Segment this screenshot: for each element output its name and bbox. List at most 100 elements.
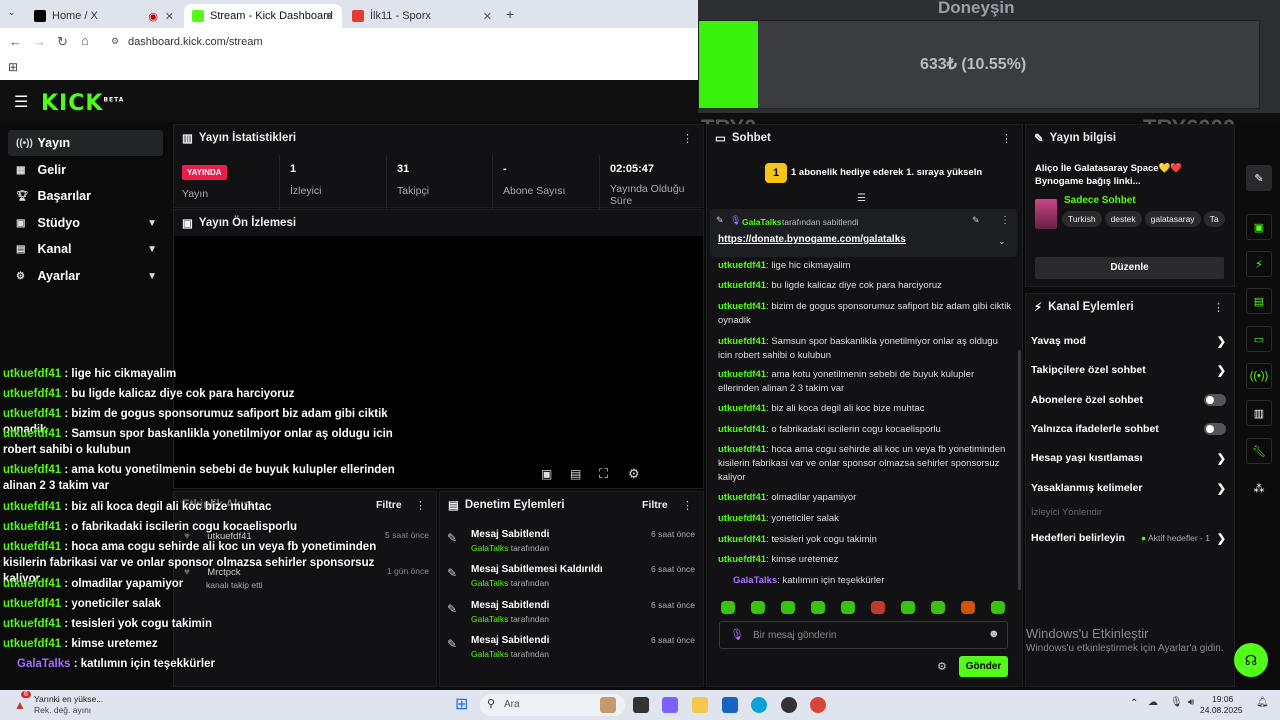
send-button[interactable]: Gönder [959,656,1008,677]
tag[interactable]: destek [1104,211,1142,227]
emote-icon[interactable] [991,601,1005,614]
layout-rail-icon[interactable]: ▥ [1246,400,1272,426]
emoji-icon[interactable]: ☻ [988,628,1000,640]
emote-icon[interactable] [871,601,885,614]
kick-logo[interactable]: KICKBETA [41,91,124,116]
flash-rail-icon[interactable]: ⚡︎ [1246,251,1272,277]
tab-kick-dashboard[interactable]: Stream - Kick Dashboard ✕ [184,4,342,28]
pip-icon[interactable]: ▣ [541,467,552,481]
file-explorer-icon[interactable] [692,697,708,713]
site-info-icon[interactable]: ⚙ [111,36,119,47]
more-icon[interactable]: ⋮ [1213,301,1224,314]
subs-only-toggle[interactable] [1204,394,1226,406]
chevron-down-icon[interactable]: ⌄ [998,236,1006,247]
copilot-icon[interactable] [662,697,678,713]
edit-rail-icon[interactable]: ✎ [1246,165,1272,191]
category-link[interactable]: Sadece Sohbet [1064,195,1136,206]
filter-button[interactable]: Filtre [642,499,668,511]
chat-username[interactable]: utkuefdf41 [718,492,766,503]
broadcast-rail-icon[interactable]: ((•)) [1246,363,1272,389]
settings-icon[interactable]: ⚙ [628,466,640,482]
sidebar-item-gelir[interactable]: ▦ Gelir [8,157,163,183]
chrome-icon[interactable] [810,697,826,713]
sidebar-item-kanal[interactable]: ▤ Kanal ▼ [8,236,163,262]
emote-icon[interactable] [781,601,795,614]
network-icon[interactable]: ☁ [1148,697,1158,708]
reload-icon[interactable]: ↻ [57,34,68,50]
chat-username[interactable]: utkuefdf41 [718,554,766,565]
chat-username[interactable]: utkuefdf41 [718,369,766,380]
sub-gift-banner[interactable]: 1 abonelik hediye ederek 1. sıraya yükse… [791,167,982,178]
theater-icon[interactable]: ▤ [570,467,581,481]
store-icon[interactable] [722,697,738,713]
action-account-age[interactable]: Hesap yaşı kısıtlaması ❯ [1031,452,1226,465]
emote-icon[interactable] [751,601,765,614]
emote-icon[interactable] [811,601,825,614]
more-icon[interactable]: ⋮ [1001,132,1012,145]
edit-button[interactable]: Düzenle [1035,257,1224,279]
close-icon[interactable]: ✕ [325,10,334,23]
support-headset-icon[interactable]: ☊ [1234,643,1268,677]
menu-icon[interactable]: ☰ [14,92,28,112]
back-icon[interactable]: ← [9,34,22,49]
action-goals[interactable]: Hedefleri belirleyin ● Aktif hedefler - … [1031,532,1226,545]
chat-username[interactable]: utkuefdf41 [718,534,766,545]
sidebar-item-basarilar[interactable]: 🏆︎ Başarılar [8,183,163,209]
chat-username[interactable]: utkuefdf41 [718,280,766,291]
sidebar-item-studyo[interactable]: ▣ Stüdyo ▼ [8,210,163,236]
tag[interactable]: galatasaray [1144,211,1201,227]
close-icon[interactable]: ✕ [165,10,174,23]
chat-rail-icon[interactable]: ▭ [1246,326,1272,352]
chat-scrollbar[interactable] [1018,350,1021,590]
home-icon[interactable]: ⌂ [81,33,89,48]
apps-grid-icon[interactable]: ⊞ [8,60,18,74]
mic-tray-icon[interactable]: 🎙︎ [1170,697,1183,708]
tab-home-x[interactable]: Home / X ◉ ✕ [26,4,182,28]
chat-settings-icon[interactable]: ⚙ [937,660,947,673]
chat-username[interactable]: GalaTalks [733,575,777,586]
emote-icon[interactable] [931,601,945,614]
chat-username[interactable]: utkuefdf41 [718,301,766,312]
unpin-icon[interactable]: ✎ [972,215,980,226]
forward-icon[interactable]: → [33,34,46,49]
start-icon[interactable]: ⊞ [455,694,468,714]
sidebar-item-ayarlar[interactable]: ⚙ Ayarlar ▼ [8,263,163,289]
action-banned-words[interactable]: Yasaklanmış kelimeler ❯ [1031,482,1226,495]
chat-username[interactable]: utkuefdf41 [718,444,766,455]
sidebar-item-yayin[interactable]: ((•)) Yayın [8,130,163,156]
new-tab-icon[interactable]: + [506,6,514,22]
clock-time[interactable]: 19:06 [1212,694,1233,704]
taskbar-app-icon[interactable] [633,697,649,713]
taskbar-app-icon[interactable] [600,697,616,713]
tab-search-chevron-icon[interactable]: ⌄ [8,7,16,18]
emote-icon[interactable] [841,601,855,614]
more-icon[interactable]: ⋮ [682,132,693,145]
action-slow-mode[interactable]: Yavaş mod ❯ [1031,335,1226,348]
weather-title[interactable]: Yarınki en yükse... [34,694,103,704]
app-icon[interactable] [781,697,797,713]
tab-sporx[interactable]: İlk11 - Sporx ✕ [344,4,500,28]
fullscreen-icon[interactable]: ⛶ [599,466,608,482]
more-icon[interactable]: ⋮ [1000,215,1010,226]
tag[interactable]: Turkish [1062,211,1102,227]
collapse-icon[interactable]: ☰ [857,193,866,204]
tray-chevron-icon[interactable]: ⌃ [1130,698,1138,709]
emote-icon[interactable] [961,601,975,614]
stats-rail-icon[interactable]: ▣ [1246,214,1272,240]
chat-username[interactable]: utkuefdf41 [718,424,766,435]
pinned-link[interactable]: https://donate.bynogame.com/galatalks [718,234,906,245]
chat-username[interactable]: utkuefdf41 [718,513,766,524]
close-icon[interactable]: ✕ [483,10,492,23]
apps-rail-icon[interactable]: ⁂ [1246,475,1272,501]
volume-icon[interactable]: 🔊︎ [1188,697,1194,708]
action-followers-only[interactable]: Takipçilere özel sohbet ❯ [1031,364,1226,377]
more-icon[interactable]: ⋮ [682,499,693,512]
weather-icon[interactable]: ▲ [14,698,26,712]
chat-username[interactable]: utkuefdf41 [718,403,766,414]
chat-username[interactable]: utkuefdf41 [718,336,766,347]
notification-icon[interactable]: 🔔︎ [1256,697,1269,708]
chat-input[interactable]: 🎙︎ Bir mesaj gönderin ☻ [719,621,1008,649]
clipboard-rail-icon[interactable]: ▤ [1246,288,1272,314]
url-field[interactable]: dashboard.kick.com/stream [128,36,263,48]
emote-icon[interactable] [721,601,735,614]
